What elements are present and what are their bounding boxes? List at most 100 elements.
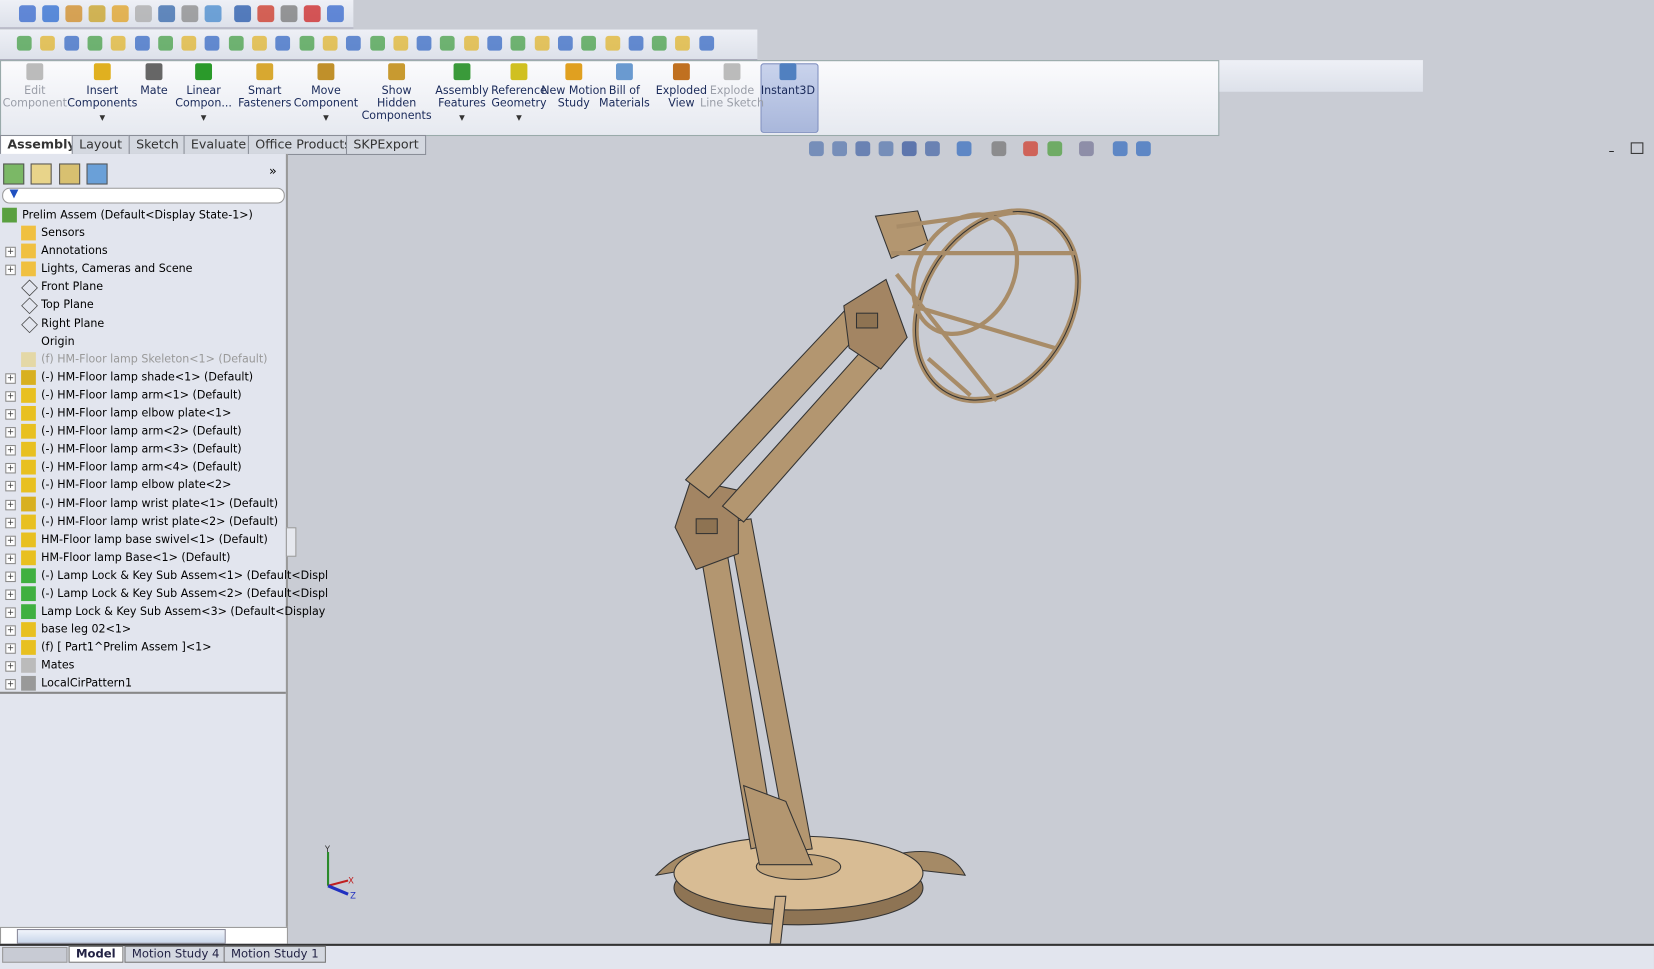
tree-item[interactable]: + Mates <box>0 657 286 675</box>
expand-icon[interactable]: + <box>5 571 16 582</box>
bottom-tab-model[interactable]: Model <box>68 945 123 963</box>
selection-filter-icon[interactable] <box>369 35 385 51</box>
cmd-smart-fasteners[interactable]: Smart Fasteners <box>231 63 299 130</box>
standard-toolbar-icon[interactable] <box>326 5 344 23</box>
view-toolbar-icon[interactable] <box>1079 141 1094 157</box>
selection-filter-icon[interactable] <box>557 35 573 51</box>
tree-item[interactable]: (f) HM-Floor lamp Skeleton<1> (Default) <box>0 351 286 369</box>
selection-filter-icon[interactable] <box>228 35 244 51</box>
tree-item[interactable]: + (-) HM-Floor lamp wrist plate<2> (Defau… <box>0 513 286 531</box>
view-toolbar-icon[interactable] <box>809 141 824 157</box>
expand-icon[interactable]: + <box>5 427 16 438</box>
expand-icon[interactable]: + <box>5 481 16 492</box>
view-toolbar-icon[interactable] <box>925 141 940 157</box>
tab-sketch[interactable]: Sketch <box>128 134 187 156</box>
expand-icon[interactable]: + <box>5 535 16 546</box>
expand-icon[interactable]: + <box>5 391 16 402</box>
expand-icon[interactable]: + <box>5 625 16 637</box>
selection-filter-icon[interactable] <box>40 35 56 51</box>
expand-icon[interactable]: + <box>5 517 16 528</box>
expand-icon[interactable]: + <box>5 679 16 691</box>
selection-filter-icon[interactable] <box>534 35 550 51</box>
tree-item[interactable]: + (-) HM-Floor lamp elbow plate<2> <box>0 477 286 495</box>
view-toolbar-icon[interactable] <box>1136 141 1151 157</box>
dropdown-arrow-icon[interactable]: ▼ <box>323 112 329 125</box>
dropdown-arrow-icon[interactable]: ▼ <box>99 112 105 125</box>
tree-item[interactable]: + Annotations <box>0 243 286 261</box>
tree-item[interactable]: + (-) HM-Floor lamp arm<1> (Default) <box>0 387 286 405</box>
selection-filter-icon[interactable] <box>393 35 408 51</box>
standard-toolbar-icon[interactable] <box>18 5 36 23</box>
selection-filter-icon[interactable] <box>416 35 432 51</box>
configuration-manager-tab[interactable] <box>59 163 81 185</box>
selection-filter-icon[interactable] <box>275 35 291 51</box>
tree-item[interactable]: + (-) HM-Floor lamp elbow plate<1> <box>0 405 286 423</box>
selection-filter-icon[interactable] <box>699 35 714 51</box>
tree-item[interactable]: Top Plane <box>0 297 286 315</box>
tree-item[interactable]: Sensors <box>0 225 286 243</box>
tree-item[interactable]: + (-) Lamp Lock & Key Sub Assem<2> (Defau… <box>0 585 328 603</box>
selection-filter-icon[interactable] <box>581 35 597 51</box>
selection-filter-icon[interactable] <box>510 35 526 51</box>
standard-toolbar-icon[interactable] <box>135 5 152 23</box>
selection-filter-icon[interactable] <box>299 35 314 51</box>
expand-icon[interactable]: + <box>5 607 16 619</box>
selection-filter-icon[interactable] <box>87 35 103 51</box>
tab-assembly[interactable]: Assembly <box>0 134 84 154</box>
expand-icon[interactable]: + <box>5 643 16 655</box>
tree-item[interactable]: + Lights, Cameras and Scene <box>0 261 286 279</box>
cmd-move-component[interactable]: Move Component ▼ <box>292 63 360 130</box>
lamp-3d-model[interactable] <box>633 200 1097 949</box>
expand-icon[interactable]: + <box>5 445 16 456</box>
view-toolbar-icon[interactable] <box>1112 141 1128 157</box>
view-toolbar-icon[interactable] <box>1023 141 1038 157</box>
expand-icon[interactable]: + <box>5 264 16 276</box>
expand-icon[interactable]: + <box>5 553 16 564</box>
tab-layout[interactable]: Layout <box>71 134 130 156</box>
selection-filter-icon[interactable] <box>110 35 126 51</box>
tree-item[interactable]: + (-) HM-Floor lamp arm<3> (Default) <box>0 441 286 459</box>
dropdown-arrow-icon[interactable]: ▼ <box>201 112 207 125</box>
panel-collapse-handle[interactable] <box>285 527 297 557</box>
standard-toolbar-icon[interactable] <box>158 5 176 23</box>
scroll-thumb[interactable] <box>16 929 226 944</box>
expand-icon[interactable]: + <box>5 409 16 420</box>
tree-item[interactable]: + (-) HM-Floor lamp shade<1> (Default) <box>0 369 286 387</box>
cmd-edit-component[interactable]: Edit Component <box>1 63 69 130</box>
selection-filter-icon[interactable] <box>628 35 644 51</box>
expand-icon[interactable]: + <box>5 589 16 600</box>
expand-icon[interactable]: + <box>5 499 16 510</box>
horizontal-scrollbar[interactable] <box>0 926 288 945</box>
selection-filter-icon[interactable] <box>252 35 267 51</box>
tab-skpexport[interactable]: SKPExport <box>345 134 427 156</box>
dropdown-arrow-icon[interactable]: ▼ <box>459 112 465 125</box>
cmd-instant3d[interactable]: Instant3D <box>754 63 822 130</box>
tab-evaluate[interactable]: Evaluate <box>183 134 254 156</box>
standard-toolbar-icon[interactable] <box>204 5 222 23</box>
tree-item[interactable]: + (-) Lamp Lock & Key Sub Assem<1> (Defau… <box>0 567 328 585</box>
view-toolbar-icon[interactable] <box>855 141 871 157</box>
selection-filter-icon[interactable] <box>604 35 620 51</box>
minimize-icon[interactable]: – <box>1609 144 1615 158</box>
tree-item[interactable]: Front Plane <box>0 279 286 297</box>
standard-toolbar-icon[interactable] <box>88 5 106 23</box>
cmd-linear-compon[interactable]: Linear Compon... ▼ <box>170 63 238 130</box>
selection-filter-icon[interactable] <box>487 35 503 51</box>
selection-filter-icon[interactable] <box>322 35 338 51</box>
selection-filter-icon[interactable] <box>675 35 691 51</box>
view-toolbar-icon[interactable] <box>832 141 848 157</box>
standard-toolbar-icon[interactable] <box>42 5 60 23</box>
tree-item[interactable]: + Lamp Lock & Key Sub Assem<3> (Default<D… <box>0 603 325 621</box>
tree-item[interactable]: + (-) HM-Floor lamp wrist plate<1> (Defau… <box>0 495 286 513</box>
expand-icon[interactable]: + <box>5 463 16 474</box>
property-manager-tab[interactable] <box>30 163 52 185</box>
selection-filter-icon[interactable] <box>651 35 667 51</box>
tree-item[interactable]: Right Plane <box>0 315 286 333</box>
tree-item[interactable]: + base leg 02<1> <box>0 621 286 639</box>
bottom-tab-motion-study-1[interactable]: Motion Study 1 <box>223 945 326 963</box>
selection-filter-icon[interactable] <box>205 35 220 51</box>
selection-filter-icon[interactable] <box>16 35 32 51</box>
view-toolbar-icon[interactable] <box>956 141 972 157</box>
selection-filter-icon[interactable] <box>158 35 173 51</box>
standard-toolbar-icon[interactable] <box>280 5 298 23</box>
